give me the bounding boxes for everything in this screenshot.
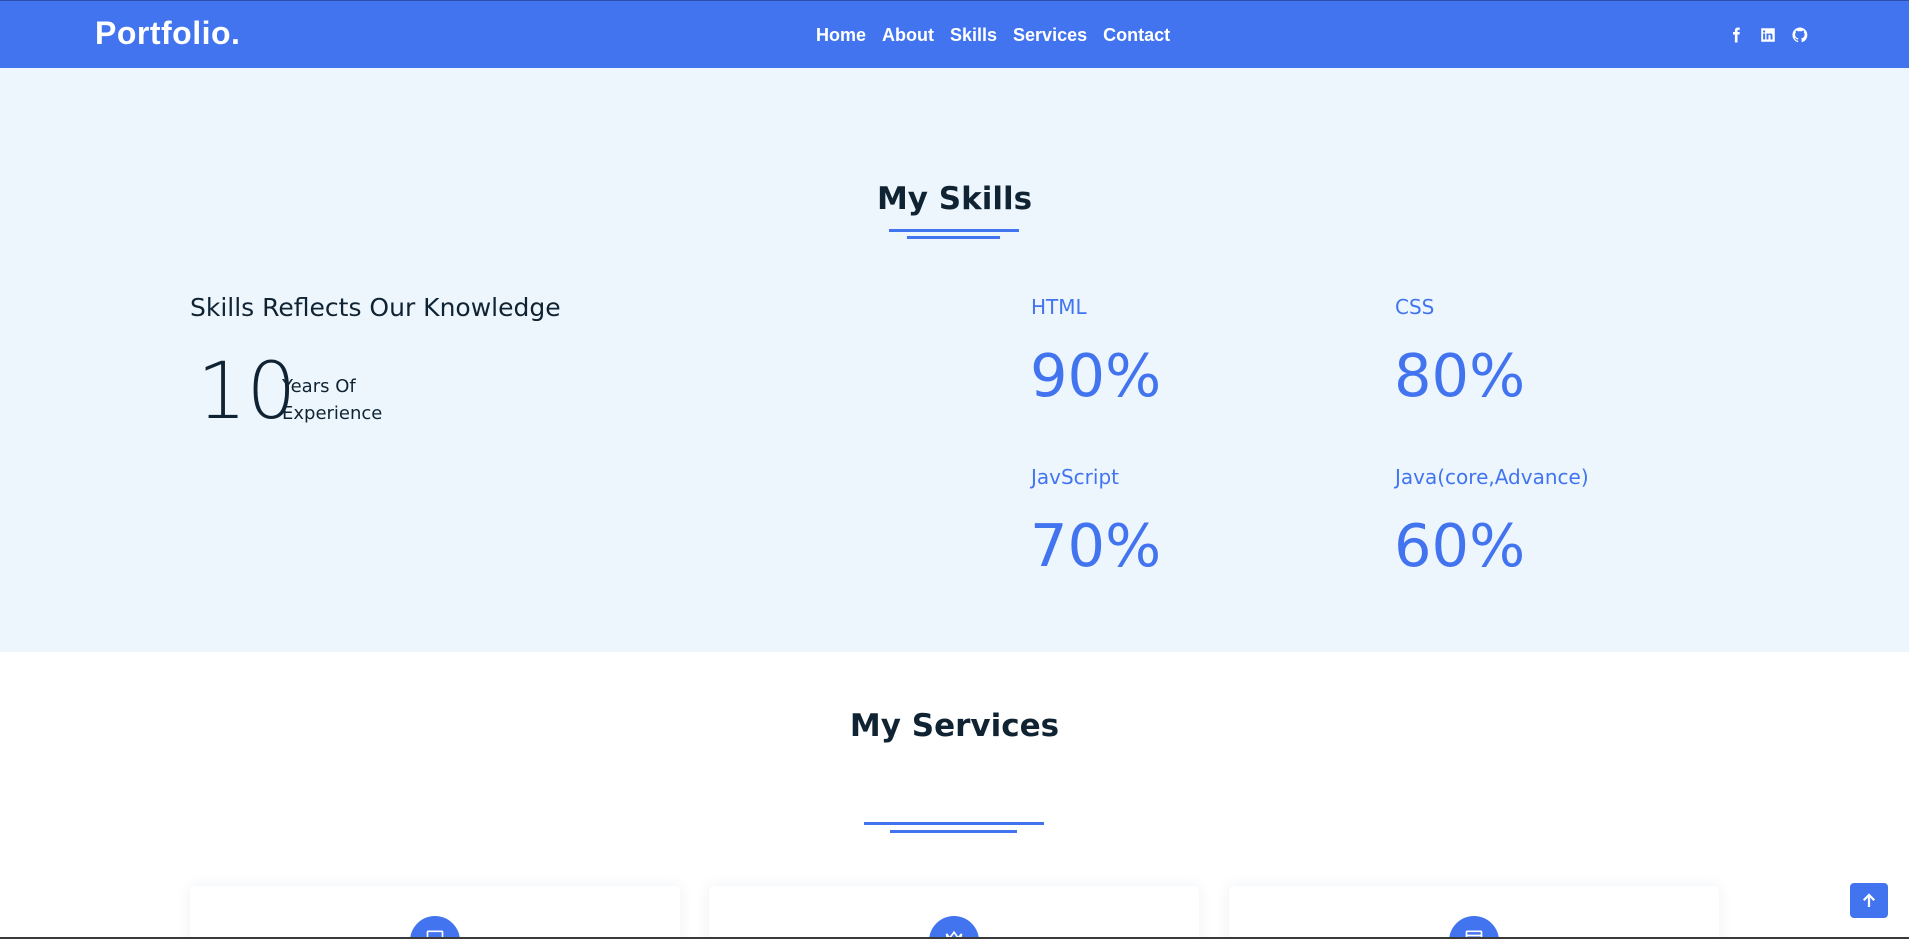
service-card[interactable] <box>1229 886 1719 939</box>
nav-menu: Home About Skills Services Contact <box>816 25 1170 46</box>
title-underline <box>890 830 1017 833</box>
github-icon[interactable] <box>1790 25 1810 45</box>
monitor-icon <box>410 916 460 939</box>
browser-icon <box>1449 916 1499 939</box>
crown-icon <box>929 916 979 939</box>
navbar: Portfolio. Home About Skills Services Co… <box>0 0 1909 68</box>
nav-link-about[interactable]: About <box>882 25 934 46</box>
skill-percent-html: 90% <box>1030 341 1162 410</box>
linkedin-icon[interactable] <box>1758 25 1778 45</box>
services-title: My Services <box>849 708 1060 744</box>
nav-link-contact[interactable]: Contact <box>1103 25 1170 46</box>
skill-name-html: HTML <box>1031 295 1087 319</box>
title-underline <box>889 229 1019 232</box>
skill-percent-javascript: 70% <box>1030 511 1162 580</box>
skill-name-javascript: JavScript <box>1031 465 1119 489</box>
brand-logo[interactable]: Portfolio. <box>95 15 240 52</box>
nav-link-skills[interactable]: Skills <box>950 25 997 46</box>
social-links <box>1726 25 1810 45</box>
skills-title: My Skills <box>876 181 1033 217</box>
service-card[interactable] <box>709 886 1199 939</box>
skill-percent-java: 60% <box>1394 511 1526 580</box>
facebook-icon[interactable] <box>1726 25 1746 45</box>
skill-percent-css: 80% <box>1394 341 1526 410</box>
service-card[interactable] <box>190 886 680 939</box>
scroll-to-top-button[interactable] <box>1850 883 1888 918</box>
title-underline <box>864 822 1044 825</box>
skill-name-java: Java(core,Advance) <box>1395 465 1589 489</box>
skills-subheading: Skills Reflects Our Knowledge <box>190 293 561 322</box>
nav-link-home[interactable]: Home <box>816 25 866 46</box>
title-underline <box>907 236 1000 239</box>
years-label: Years Of Experience <box>282 376 383 424</box>
arrow-up-icon <box>1862 892 1876 907</box>
skill-name-css: CSS <box>1395 295 1435 319</box>
nav-link-services[interactable]: Services <box>1013 25 1087 46</box>
